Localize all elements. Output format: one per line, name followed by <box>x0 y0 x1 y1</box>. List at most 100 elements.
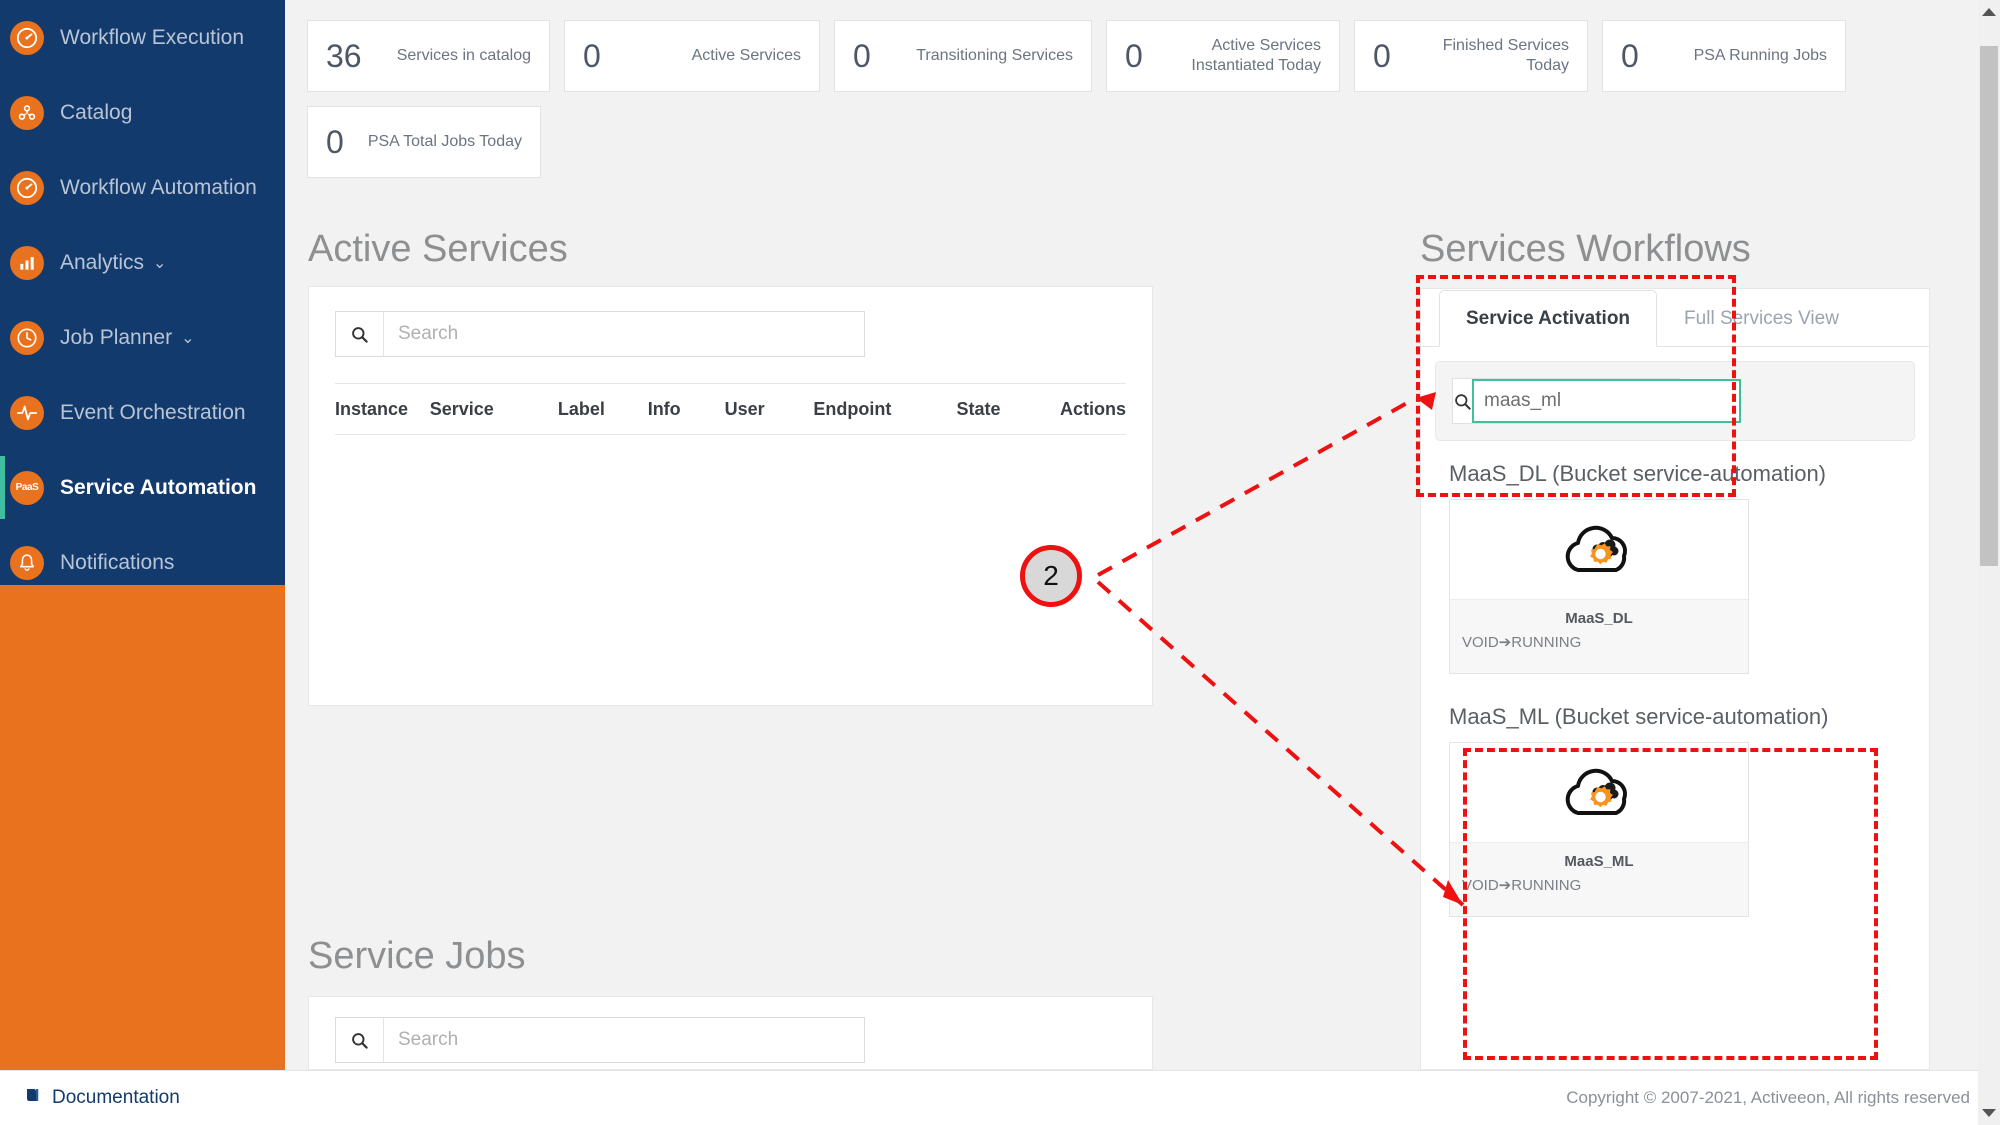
documentation-link[interactable]: Documentation <box>24 1086 180 1110</box>
stat-label: Services in catalog <box>396 47 531 64</box>
tab-service-activation[interactable]: Service Activation <box>1439 290 1658 347</box>
gauge-icon <box>10 170 44 205</box>
active-services-panel: Instance Service Label Info User Endpoin… <box>308 286 1153 706</box>
stat-card: 0 PSA Running Jobs <box>1602 20 1846 92</box>
browser-scrollbar-thumb[interactable] <box>1980 46 1998 566</box>
sidebar-item-service-automation[interactable]: PaaS Service Automation <box>0 450 285 525</box>
active-services-search-input[interactable] <box>384 312 864 356</box>
browser-scrollbar-track[interactable] <box>1978 0 2000 1125</box>
sidebar-item-job-planner[interactable]: Job Planner ⌄ <box>0 300 285 375</box>
scroll-up-arrow-icon[interactable] <box>1982 8 1996 16</box>
workflow-card-name: MaaS_ML <box>1564 853 1634 870</box>
column-header[interactable]: User <box>725 399 814 420</box>
pulse-icon <box>10 395 44 430</box>
column-header[interactable]: Instance <box>335 399 430 420</box>
bell-icon <box>10 545 44 580</box>
stat-card: 36 Services in catalog <box>307 20 550 92</box>
sidebar-item-label: Analytics <box>60 250 145 274</box>
active-services-searchbox[interactable] <box>335 311 865 357</box>
column-header[interactable]: Actions <box>1060 399 1126 420</box>
service-jobs-search-input[interactable] <box>384 1018 864 1062</box>
stat-card: 0 PSA Total Jobs Today <box>307 106 541 178</box>
app-root: Workflow Execution Catalog Workflow Auto… <box>0 0 2000 1125</box>
sidebar-item-event-orchestration[interactable]: Event Orchestration <box>0 375 285 450</box>
services-workflows-tabs: Service Activation Full Services View <box>1421 289 1929 347</box>
sidebar-item-label: Catalog <box>60 100 133 124</box>
column-header[interactable]: State <box>956 399 1060 420</box>
workflow-card-maas-dl[interactable]: MaaS_DL VOID➔RUNNING <box>1449 499 1749 674</box>
workflow-card-name: MaaS_DL <box>1565 610 1633 627</box>
copyright-text: Copyright © 2007-2021, Activeeon, All ri… <box>1566 1088 1970 1107</box>
stat-value: 0 <box>1125 37 1143 74</box>
stat-card: 0 Transitioning Services <box>834 20 1092 92</box>
stat-value: 0 <box>1621 37 1639 74</box>
workflow-search-panel <box>1435 361 1915 441</box>
active-services-search-wrap <box>309 287 1152 357</box>
workflow-card-body: MaaS_DL VOID➔RUNNING <box>1450 600 1748 673</box>
workflow-search-input[interactable] <box>1472 379 1741 423</box>
sidebar-item-label: Workflow Automation <box>60 175 257 199</box>
sidebar: Workflow Execution Catalog Workflow Auto… <box>0 0 285 585</box>
cloud-gear-icon <box>1450 500 1748 600</box>
annotation-step-badge: 2 <box>1020 545 1082 607</box>
sidebar-item-label: Job Planner <box>60 325 173 349</box>
chevron-down-icon[interactable]: ⌄ <box>153 253 166 273</box>
book-icon <box>24 1086 42 1110</box>
column-header[interactable]: Endpoint <box>813 399 956 420</box>
catalog-icon <box>10 95 44 130</box>
documentation-label: Documentation <box>52 1087 180 1108</box>
page-title-active-services: Active Services <box>308 228 568 270</box>
search-icon <box>336 1018 384 1062</box>
stat-label: Finished Services Today <box>1442 37 1569 74</box>
sidebar-item-analytics[interactable]: Analytics ⌄ <box>0 225 285 300</box>
clock-icon <box>10 320 44 355</box>
stat-cards: 36 Services in catalog 0 Active Services… <box>307 20 1857 178</box>
column-header[interactable]: Label <box>558 399 648 420</box>
active-services-title-wrap: Active Services <box>308 228 568 271</box>
active-services-table-header: Instance Service Label Info User Endpoin… <box>335 383 1126 435</box>
stat-label: PSA Total Jobs Today <box>367 133 522 150</box>
column-header[interactable]: Info <box>648 399 725 420</box>
cloud-gear-icon <box>1450 743 1748 843</box>
workflow-card-maas-ml[interactable]: MaaS_ML VOID➔RUNNING <box>1449 742 1749 917</box>
paas-icon: PaaS <box>10 470 44 505</box>
sidebar-item-label: Service Automation <box>60 475 257 499</box>
stat-value: 36 <box>326 37 362 74</box>
main-content: 36 Services in catalog 0 Active Services… <box>285 0 1960 1125</box>
sidebar-item-workflow-automation[interactable]: Workflow Automation <box>0 150 285 225</box>
sidebar-item-label: Event Orchestration <box>60 400 246 424</box>
stat-label: Transitioning Services <box>916 47 1073 64</box>
stat-value: 0 <box>583 37 601 74</box>
sidebar-item-catalog[interactable]: Catalog <box>0 75 285 150</box>
bar-chart-icon <box>10 245 44 280</box>
workflow-card-body: MaaS_ML VOID➔RUNNING <box>1450 843 1748 916</box>
footer: Documentation Copyright © 2007-2021, Act… <box>0 1070 2000 1125</box>
workflow-card-state: VOID➔RUNNING <box>1462 877 1582 894</box>
scroll-down-arrow-icon[interactable] <box>1982 1109 1996 1117</box>
stat-card: 0 Active Services <box>564 20 820 92</box>
service-jobs-searchbox[interactable] <box>335 1017 865 1063</box>
service-jobs-search-wrap <box>309 997 1152 1063</box>
sidebar-item-label: Workflow Execution <box>60 25 245 49</box>
workflow-card-state: VOID➔RUNNING <box>1462 634 1582 651</box>
service-jobs-panel <box>308 996 1153 1070</box>
sidebar-item-workflow-execution[interactable]: Workflow Execution <box>0 0 285 75</box>
chevron-down-icon[interactable]: ⌄ <box>181 328 194 348</box>
tab-full-services-view[interactable]: Full Services View <box>1657 290 1866 347</box>
workflow-group-title: MaaS_ML (Bucket service-automation) <box>1449 704 1829 729</box>
stat-value: 0 <box>326 123 344 160</box>
stat-value: 0 <box>853 37 871 74</box>
stat-label: PSA Running Jobs <box>1693 47 1827 64</box>
page-title-services-workflows: Services Workflows <box>1420 228 1751 270</box>
stat-label: Active Services <box>691 47 801 64</box>
workflow-searchbox[interactable] <box>1452 378 1741 424</box>
column-header[interactable]: Service <box>430 399 558 420</box>
stat-card: 0 Finished Services Today <box>1354 20 1588 92</box>
services-workflows-panel: Service Activation Full Services View Ma… <box>1420 288 1930 1070</box>
sidebar-item-label: Notifications <box>60 550 175 574</box>
stat-card: 0 Active Services Instantiated Today <box>1106 20 1340 92</box>
service-jobs-title-wrap: Service Jobs <box>308 935 526 978</box>
gauge-icon <box>10 20 44 55</box>
annotation-step-number: 2 <box>1043 560 1059 591</box>
stat-label: Active Services Instantiated Today <box>1191 37 1321 74</box>
